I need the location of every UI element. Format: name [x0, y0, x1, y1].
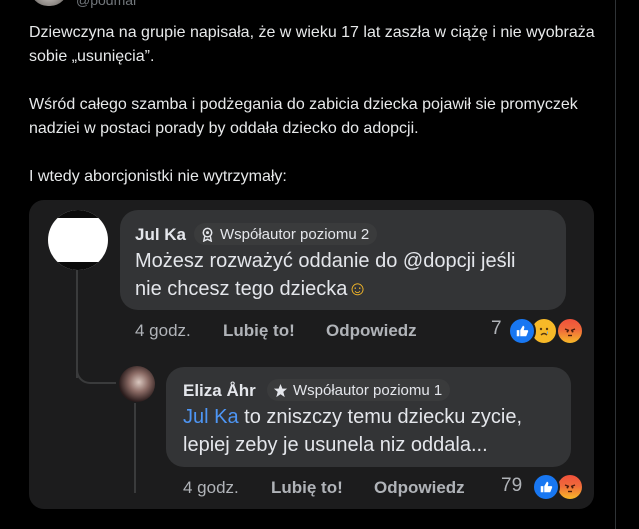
comment-author[interactable]: Eliza Åhr [183, 381, 256, 401]
like-button[interactable]: Lubię to! [223, 321, 295, 341]
comment-line: Jul Ka to zniszczy temu dziecku zycie, [183, 406, 523, 428]
angry-reaction-icon [556, 317, 584, 345]
post-text: Dziewczyna na grupie napisała, że w wiek… [29, 21, 599, 189]
like-reaction-icon [532, 473, 560, 501]
star-icon [272, 382, 288, 398]
contributor-badge: Współautor poziomu 2 [194, 223, 378, 245]
smiling-face-emoji: ☺ [347, 278, 368, 300]
post-paragraph: Wśród całego szamba i podżegania do zabi… [29, 96, 578, 137]
badge-label: Współautor poziomu 1 [293, 381, 443, 399]
comment-line: Możesz rozważyć oddanie do @dopcji jeśli [135, 250, 516, 272]
angry-reaction-icon [556, 473, 584, 501]
reactions-count[interactable]: 79 [501, 475, 522, 497]
comment-time: 4 godz. [135, 321, 191, 340]
comment-time: 4 godz. [183, 478, 239, 497]
mention-link[interactable]: Jul Ka [183, 406, 239, 428]
badge-icon [199, 226, 215, 242]
comment-line: lepiej zeby je usunela niz oddala... [183, 434, 488, 456]
comment-line: nie chcesz tego dziecka☺ [135, 278, 368, 300]
thread-line [134, 403, 136, 493]
post-paragraph: I wtedy aborcjonistki nie wytrzymały: [29, 168, 287, 185]
like-reaction-icon [508, 317, 536, 345]
thread-connector [76, 360, 116, 384]
like-button[interactable]: Lubię to! [271, 478, 343, 498]
author-avatar[interactable] [30, 0, 68, 6]
author-handle[interactable]: @podmar [76, 0, 138, 8]
reply-button[interactable]: Odpowiedz [326, 321, 417, 341]
avatar[interactable] [48, 210, 108, 270]
timeline-divider [615, 0, 616, 529]
avatar[interactable] [119, 366, 155, 402]
reactions-count[interactable]: 7 [491, 318, 502, 340]
comment-author[interactable]: Jul Ka [135, 225, 186, 245]
post-paragraph: Dziewczyna na grupie napisała, że w wiek… [29, 24, 595, 65]
badge-label: Współautor poziomu 2 [220, 225, 370, 243]
reply-button[interactable]: Odpowiedz [374, 478, 465, 498]
contributor-badge: Współautor poziomu 1 [267, 379, 451, 401]
